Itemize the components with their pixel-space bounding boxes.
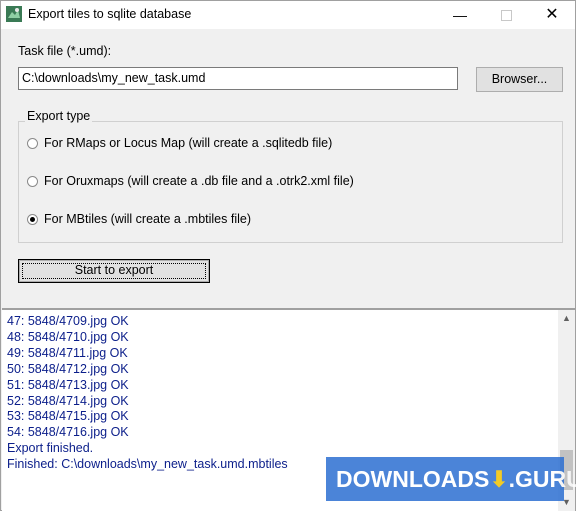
log-line: 50: 5848/4712.jpg OK bbox=[7, 361, 129, 376]
radio-button-selected[interactable] bbox=[27, 214, 38, 225]
radio-option-label: For Oruxmaps (will create a .db file and… bbox=[44, 174, 354, 188]
radio-option-label: For MBtiles (will create a .mbtiles file… bbox=[44, 212, 251, 226]
task-file-input[interactable]: C:\downloads\my_new_task.umd bbox=[18, 67, 458, 90]
start-export-button[interactable]: Start to export bbox=[18, 259, 210, 283]
export-type-legend: Export type bbox=[25, 109, 93, 123]
radio-option-label: For RMaps or Locus Map (will create a .s… bbox=[44, 136, 333, 150]
title-bar[interactable]: Export tiles to sqlite database — ✕ bbox=[1, 1, 575, 29]
log-line: 54: 5848/4716.jpg OK bbox=[7, 425, 129, 440]
export-window: Export tiles to sqlite database — ✕ Task… bbox=[0, 0, 576, 511]
download-arrow-icon: ⬇ bbox=[489, 466, 509, 492]
downloads-guru-watermark: DOWNLOADS⬇.GURU bbox=[326, 457, 576, 501]
minimize-button[interactable]: — bbox=[437, 1, 483, 29]
scroll-up-arrow-icon[interactable]: ▲ bbox=[558, 310, 575, 327]
close-button[interactable]: ✕ bbox=[529, 1, 575, 29]
log-line: Export finished. bbox=[7, 441, 94, 456]
log-lines: 47: 5848/4709.jpg OK 48: 5848/4710.jpg OK… bbox=[7, 314, 288, 473]
task-file-label: Task file (*.umd): bbox=[18, 44, 112, 58]
app-map-icon bbox=[6, 6, 22, 22]
log-line: 53: 5848/4715.jpg OK bbox=[7, 409, 129, 424]
log-line: 51: 5848/4713.jpg OK bbox=[7, 377, 129, 392]
log-line: 52: 5848/4714.jpg OK bbox=[7, 393, 129, 408]
radio-button[interactable] bbox=[27, 176, 38, 187]
watermark-text-before: DOWNLOADS bbox=[336, 466, 490, 492]
radio-button[interactable] bbox=[27, 138, 38, 149]
maximize-button[interactable] bbox=[483, 1, 529, 29]
log-line: 47: 5848/4709.jpg OK bbox=[7, 314, 129, 328]
log-line: Finished: C:\downloads\my_new_task.umd.m… bbox=[7, 457, 288, 472]
browse-button[interactable]: Browser... bbox=[476, 67, 563, 92]
window-title: Export tiles to sqlite database bbox=[28, 7, 192, 21]
log-line: 49: 5848/4711.jpg OK bbox=[7, 345, 128, 360]
watermark-text-after: .GURU bbox=[508, 466, 576, 492]
focus-rectangle bbox=[22, 263, 206, 279]
maximize-icon bbox=[500, 10, 512, 22]
watermark-text: DOWNLOADS⬇.GURU bbox=[336, 466, 576, 493]
log-line: 48: 5848/4710.jpg OK bbox=[7, 329, 129, 344]
